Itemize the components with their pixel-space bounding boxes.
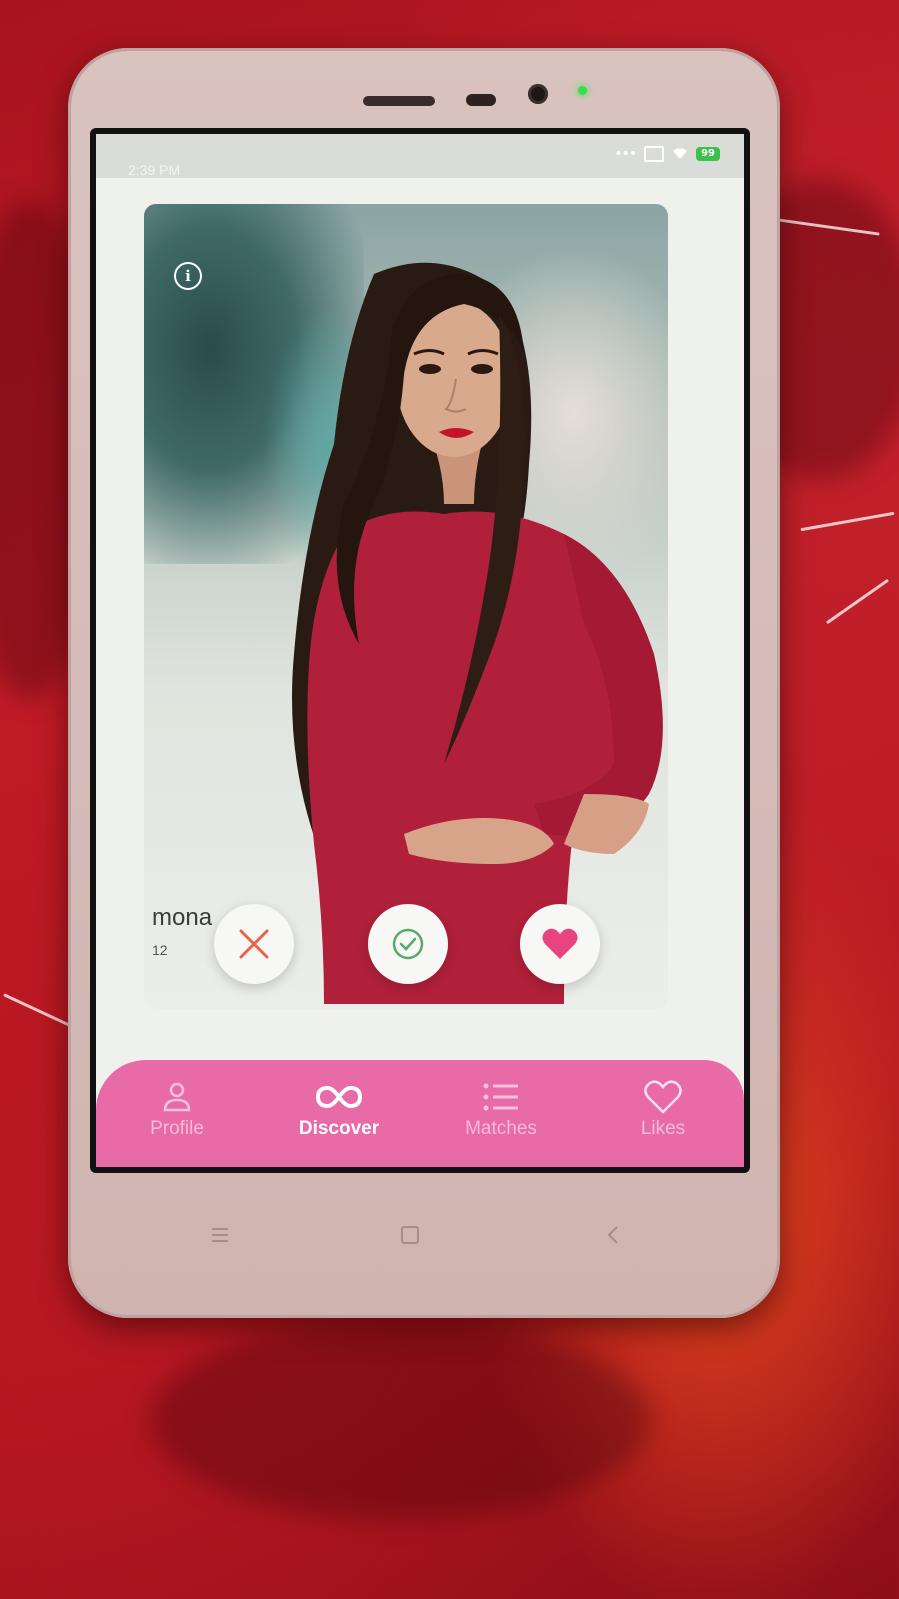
heart-outline-icon xyxy=(644,1080,682,1114)
home-key-icon[interactable] xyxy=(398,1223,422,1247)
front-camera xyxy=(528,84,548,104)
like-button[interactable] xyxy=(520,904,600,984)
profile-card[interactable]: i mona 12 xyxy=(144,204,668,1009)
menu-key-icon[interactable] xyxy=(208,1223,232,1247)
background-fold xyxy=(150,1320,650,1520)
nav-item-matches[interactable]: Matches xyxy=(431,1076,571,1140)
background-pattern xyxy=(3,993,77,1030)
background-pattern xyxy=(800,511,895,532)
nav-label: Matches xyxy=(465,1118,537,1139)
check-circle-icon xyxy=(392,928,424,960)
close-icon xyxy=(239,929,269,959)
profile-name: mona xyxy=(152,904,213,931)
nav-label: Discover xyxy=(298,1118,380,1139)
bottom-navigation: Profile Discover Matches Likes xyxy=(96,1060,744,1167)
background-pattern xyxy=(825,578,890,625)
dislike-button[interactable] xyxy=(214,904,294,984)
person-icon xyxy=(163,1082,191,1112)
status-icons: ••• 99 xyxy=(614,146,720,162)
more-notifications-icon: ••• xyxy=(614,146,637,162)
status-bar: 2:39 PM ••• 99 xyxy=(96,134,744,178)
nav-label: Likes xyxy=(640,1118,686,1139)
back-key-icon[interactable] xyxy=(602,1223,626,1247)
nav-item-profile[interactable]: Profile xyxy=(107,1076,247,1140)
notification-led xyxy=(578,86,587,95)
app-display: 2:39 PM ••• 99 i mona 12 Profile Discove… xyxy=(96,134,744,1167)
profile-age: 12 xyxy=(152,942,168,958)
nav-item-likes[interactable]: Likes xyxy=(593,1076,733,1140)
info-icon[interactable]: i xyxy=(174,262,202,290)
battery-icon: 99 xyxy=(696,147,720,161)
phone-screen: 2:39 PM ••• 99 i mona 12 Profile Discove… xyxy=(90,128,750,1173)
profile-photo xyxy=(292,262,663,1004)
proximity-sensor xyxy=(466,94,496,106)
list-icon xyxy=(483,1083,518,1111)
phone-device: 2:39 PM ••• 99 i mona 12 Profile Discove… xyxy=(68,48,780,1318)
earpiece-speaker xyxy=(363,96,435,106)
nav-label: Profile xyxy=(150,1118,204,1139)
sim-icon xyxy=(644,146,665,162)
wifi-icon xyxy=(673,148,688,159)
status-time: 2:39 PM xyxy=(128,162,181,178)
nav-item-discover[interactable]: Discover xyxy=(269,1076,409,1140)
infinity-icon xyxy=(316,1085,362,1109)
accept-button[interactable] xyxy=(368,904,448,984)
heart-icon xyxy=(542,928,578,959)
